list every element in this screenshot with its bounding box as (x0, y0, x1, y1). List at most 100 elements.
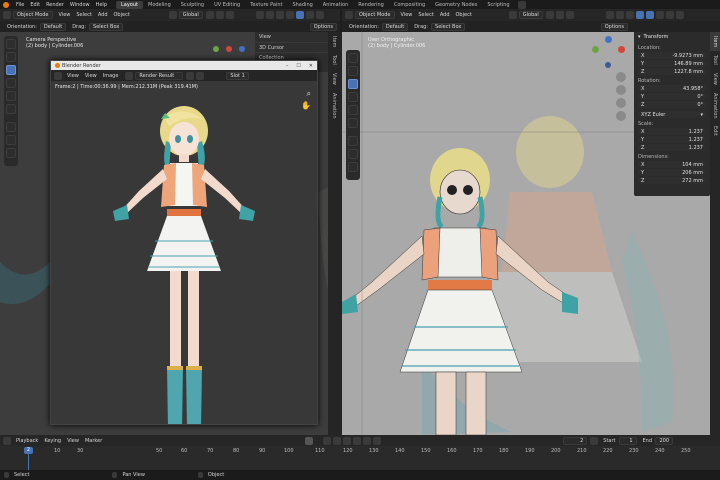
render-menu-view-2[interactable]: View (82, 73, 100, 79)
tab-geometry-nodes[interactable]: Geometry Nodes (430, 1, 482, 9)
render-slot-select[interactable]: Slot 1 (226, 71, 249, 80)
proportional-icon[interactable] (225, 11, 234, 19)
n-tab-edit[interactable]: Edit (710, 122, 720, 140)
start-frame-field[interactable]: 1 (618, 436, 637, 445)
right-drag-select[interactable]: Select Box (431, 22, 466, 31)
right-rotate-tool-icon[interactable] (348, 92, 358, 102)
right-shading-material-icon[interactable] (665, 11, 674, 19)
dimensions-z-field[interactable]: Z 272 mm (638, 177, 706, 184)
tab-sculpting[interactable]: Sculpting (176, 1, 209, 9)
n-tab-tool[interactable]: Tool (710, 51, 720, 69)
right-measure-tool-icon[interactable] (348, 149, 358, 159)
snap-icon[interactable] (215, 11, 224, 19)
transform-tool-icon[interactable] (6, 104, 16, 114)
zoom-view-icon[interactable] (616, 72, 626, 82)
side-tab-view[interactable]: View (328, 69, 340, 89)
visibility-icon[interactable] (255, 11, 264, 19)
ortho-toggle-icon[interactable] (616, 111, 626, 121)
right-gizmo-x-icon[interactable] (618, 46, 625, 53)
right-mode-select[interactable]: Object Mode (355, 11, 395, 19)
rotation-mode-select[interactable]: XYZ Euler ▾ (638, 111, 706, 118)
left-menu-view[interactable]: View (56, 12, 74, 18)
right-move-tool-icon[interactable] (348, 79, 358, 89)
right-editor-type-icon[interactable] (345, 11, 353, 19)
right-scale-tool-icon[interactable] (348, 105, 358, 115)
pan-view-icon[interactable] (616, 85, 626, 95)
timeline-menu-playback[interactable]: Playback (13, 438, 41, 444)
location-z-field[interactable]: Z 1227.8 mm (638, 68, 706, 75)
jump-start-icon[interactable] (323, 436, 332, 445)
right-visibility-icon[interactable] (605, 11, 614, 19)
gizmo-y-icon[interactable] (213, 46, 219, 52)
pivot-icon[interactable] (205, 11, 214, 19)
right-gizmo-y-icon[interactable] (592, 46, 599, 53)
scale-x-field[interactable]: X 1.237 (638, 128, 706, 135)
editor-type-icon[interactable] (3, 11, 11, 19)
scale-z-field[interactable]: Z 1.237 (638, 144, 706, 151)
select-tool-icon[interactable] (6, 39, 16, 49)
right-transform-select[interactable]: Global (518, 11, 543, 19)
shading-material-icon[interactable] (305, 11, 314, 19)
tab-animation[interactable]: Animation (318, 1, 354, 9)
cursor-tool-icon[interactable] (6, 52, 16, 62)
tab-shading[interactable]: Shading (287, 1, 317, 9)
left-menu-add[interactable]: Add (95, 12, 111, 18)
shading-render-icon[interactable] (315, 11, 324, 19)
gizmo-z-icon[interactable] (239, 46, 245, 52)
right-gizmo-icon[interactable] (615, 11, 624, 19)
render-menu-image[interactable]: Image (100, 73, 122, 79)
right-menu-view[interactable]: View (398, 12, 416, 18)
rotation-z-field[interactable]: Z 0° (638, 101, 706, 108)
menu-file[interactable]: File (13, 2, 27, 8)
end-frame-field[interactable]: 200 (655, 436, 674, 445)
shading-solid-icon[interactable] (295, 11, 304, 19)
playhead[interactable]: 2 (24, 447, 33, 454)
render-canvas[interactable]: Frame:2 | Time:00:36.99 | Mem:212.31M (P… (51, 81, 317, 424)
right-add-cube-tool-icon[interactable] (348, 162, 358, 172)
add-workspace-icon[interactable] (517, 0, 526, 9)
right-annotate-tool-icon[interactable] (348, 136, 358, 146)
right-proportional-icon[interactable] (565, 11, 574, 19)
play-reverse-icon[interactable] (343, 436, 352, 445)
transform-panel-header[interactable]: ▾ Transform (634, 32, 710, 42)
next-keyframe-icon[interactable] (363, 436, 372, 445)
dimensions-x-field[interactable]: X 104 mm (638, 161, 706, 168)
right-menu-select[interactable]: Select (415, 12, 436, 18)
left-menu-object[interactable]: Object (111, 12, 133, 18)
prev-keyframe-icon[interactable] (333, 436, 342, 445)
close-button[interactable]: ✕ (305, 63, 317, 69)
timeline-menu-keying[interactable]: Keying (41, 438, 64, 444)
current-frame-field[interactable]: 2 (563, 436, 588, 445)
rotation-y-field[interactable]: Y 0° (638, 93, 706, 100)
tab-compositing[interactable]: Compositing (389, 1, 430, 9)
annotate-tool-icon[interactable] (6, 122, 16, 132)
jump-end-icon[interactable] (373, 436, 382, 445)
right-transform-tool-icon[interactable] (348, 118, 358, 128)
record-icon[interactable] (305, 436, 314, 445)
right-xray-icon[interactable] (635, 11, 644, 19)
right-orientation-select[interactable]: Default (381, 22, 409, 31)
play-icon[interactable] (353, 436, 362, 445)
side-tab-tool[interactable]: Tool (328, 51, 340, 69)
add-cube-tool-icon[interactable] (6, 148, 16, 158)
menu-edit[interactable]: Edit (27, 2, 43, 8)
location-y-field[interactable]: Y 146.89 mm (638, 60, 706, 67)
timeline-menu-view[interactable]: View (64, 438, 82, 444)
menu-window[interactable]: Window (67, 2, 93, 8)
tab-modeling[interactable]: Modeling (143, 1, 176, 9)
left-drag-select[interactable]: Select Box (89, 22, 124, 31)
menu-render[interactable]: Render (43, 2, 67, 8)
timeline-ruler[interactable]: 2 10 30 50 60 70 80 90 100 110 120 130 1… (0, 446, 720, 470)
right-pivot-icon[interactable] (545, 11, 554, 19)
left-transform-select[interactable]: Global (178, 11, 203, 19)
preview-range-icon[interactable] (590, 436, 599, 445)
xray-icon[interactable] (285, 11, 294, 19)
image-browse-icon[interactable] (125, 71, 134, 80)
right-shading-render-icon[interactable] (675, 11, 684, 19)
timeline-editor-icon[interactable] (3, 436, 11, 445)
minimize-button[interactable]: – (282, 63, 293, 69)
image-editor-icon[interactable] (54, 71, 62, 80)
folder-icon[interactable] (196, 71, 205, 80)
maximize-button[interactable]: ☐ (292, 63, 304, 69)
rotate-tool-icon[interactable] (6, 78, 16, 88)
